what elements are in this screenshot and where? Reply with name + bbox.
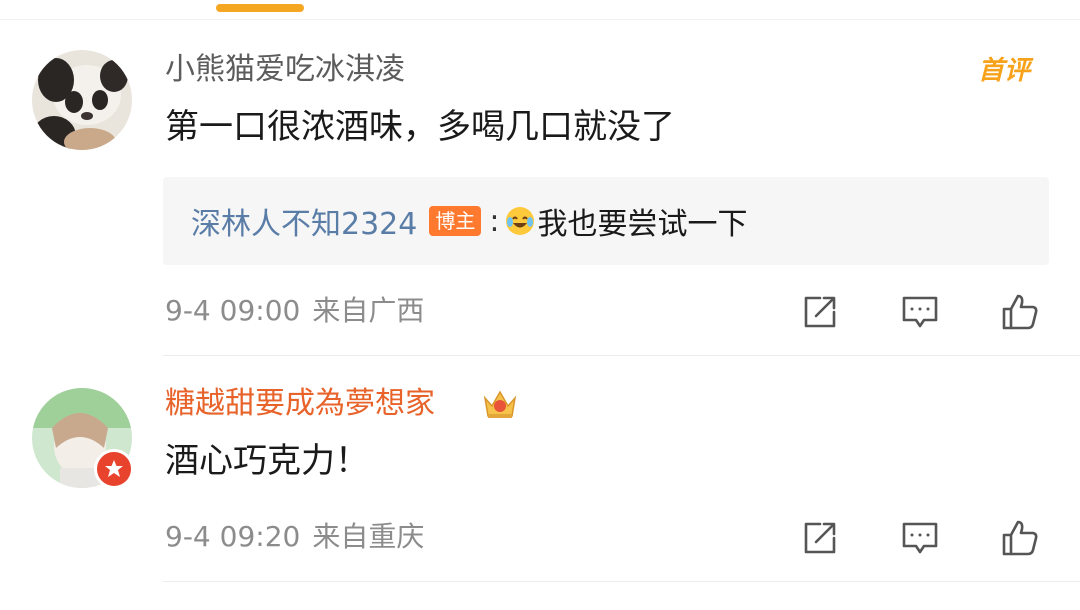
reply-preview[interactable]: 深林人不知2324 博主 : 我也要尝试一下 — [163, 177, 1049, 265]
crown-icon — [480, 384, 520, 424]
comment-divider — [163, 581, 1080, 582]
comment-meta: 9-4 09:20 来自重庆 — [165, 520, 424, 554]
thumbs-up-icon[interactable] — [1000, 292, 1040, 332]
top-divider — [0, 19, 1080, 20]
comment-location: 来自广西 — [312, 294, 425, 327]
active-tab-indicator — [216, 4, 304, 12]
host-badge: 博主 — [429, 206, 482, 236]
comment-username[interactable]: 小熊猫爱吃冰淇凌 — [165, 52, 405, 88]
comment-divider — [163, 355, 1080, 356]
reply-line: 深林人不知2324 博主 : 我也要尝试一下 — [191, 199, 747, 243]
reply-text: 我也要尝试一下 — [537, 207, 748, 242]
thumbs-up-icon[interactable] — [1000, 518, 1040, 558]
comment-location: 来自重庆 — [312, 520, 425, 553]
comment-time: 9-4 09:00 — [165, 294, 301, 327]
reply-username[interactable]: 深林人不知2324 — [191, 199, 417, 243]
first-comment-badge: 首评 — [978, 56, 1031, 86]
share-icon[interactable] — [800, 518, 840, 558]
comment-text[interactable]: 第一口很浓酒味，多喝几口就没了 — [165, 106, 675, 148]
comment-text[interactable]: 酒心巧克力！ — [165, 440, 369, 482]
comment-time: 9-4 09:20 — [165, 520, 301, 553]
comment-username[interactable]: 糖越甜要成為夢想家 — [165, 386, 435, 422]
verified-badge-icon — [94, 449, 134, 489]
comment-icon[interactable] — [900, 518, 940, 558]
laughing-tears-emoji-icon — [505, 206, 535, 236]
comment-meta: 9-4 09:00 来自广西 — [165, 294, 424, 328]
comment-thread: 小熊猫爱吃冰淇凌 首评 第一口很浓酒味，多喝几口就没了 深林人不知2324 博主… — [0, 0, 1080, 610]
comment-icon[interactable] — [900, 292, 940, 332]
avatar[interactable] — [32, 50, 132, 150]
share-icon[interactable] — [800, 292, 840, 332]
reply-colon: : — [489, 203, 500, 239]
